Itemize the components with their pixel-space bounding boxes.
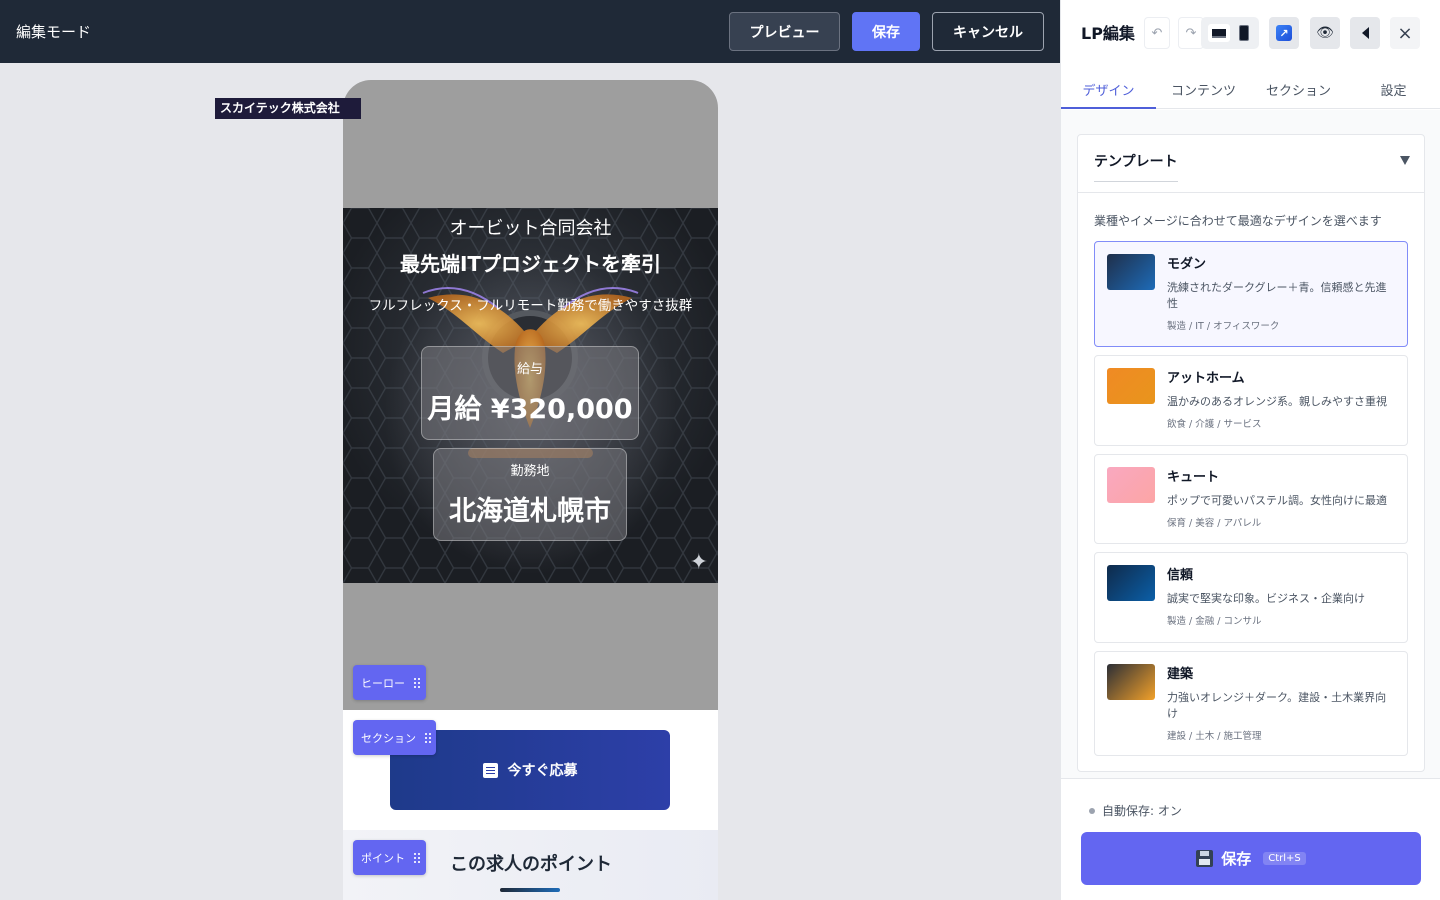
close-icon[interactable]: ×: [1390, 17, 1420, 49]
chevron-down-icon[interactable]: [1400, 156, 1410, 165]
apply-now-label: 今すぐ応募: [507, 763, 578, 779]
location-label: 勤務地: [510, 464, 550, 479]
template-tags: 飲食 / 介護 / サービス: [1167, 419, 1262, 430]
device-toggle: [1201, 17, 1259, 49]
template-swatch: [1107, 368, 1155, 404]
save-button[interactable]: 保存: [852, 12, 920, 51]
template-tags: 製造 / IT / オフィスワーク: [1167, 321, 1280, 332]
save-shortcut-badge: Ctrl+S: [1263, 852, 1306, 865]
tab-design[interactable]: デザイン: [1061, 68, 1156, 109]
drag-handle-icon[interactable]: [413, 851, 421, 864]
salary-label: 給与: [516, 362, 543, 377]
autosave-label: 自動保存: オン: [1102, 804, 1182, 818]
template-swatch: [1107, 254, 1155, 290]
template-swatch: [1107, 467, 1155, 503]
template-name: 建築: [1167, 667, 1194, 682]
external-link-button[interactable]: ↗: [1269, 17, 1299, 49]
section-chip-label: ポイント: [361, 851, 405, 865]
editor-topbar: 編集モード プレビュー 保存 キャンセル: [0, 0, 1060, 63]
mobile-preview-frame: オービット合同会社 最先端ITプロジェクトを牽引 フルフレックス・フルリモート勤…: [343, 80, 718, 900]
template-name: モダン: [1167, 257, 1207, 272]
panel-tabs: デザイン コンテンツ セクション 設定: [1061, 68, 1440, 109]
template-text: 力強いオレンジ＋ダーク。建設・土木業界向け: [1167, 691, 1387, 720]
hero-company-name: オービット合同会社: [449, 218, 612, 239]
template-swatch: [1107, 664, 1155, 700]
panel-footer: 自動保存: オン 保存 Ctrl+S: [1061, 778, 1440, 900]
tab-content[interactable]: コンテンツ: [1156, 68, 1251, 108]
status-dot-icon: [1089, 807, 1095, 814]
hero-title: 最先端ITプロジェクトを牽引: [399, 252, 662, 276]
template-tags: 建設 / 土木 / 施工管理: [1167, 731, 1262, 742]
section-chip-point[interactable]: ポイント: [353, 840, 426, 875]
tab-settings[interactable]: 設定: [1346, 68, 1440, 108]
template-name: アットホーム: [1167, 371, 1245, 386]
panel-title: LP編集: [1081, 24, 1135, 43]
panel-save-label: 保存: [1221, 850, 1252, 868]
company-name-tag[interactable]: スカイテック株式会社: [215, 98, 361, 119]
template-text: 温かみのあるオレンジ系。親しみやすさ重視: [1167, 395, 1387, 408]
sparkle-icon: ✦: [689, 550, 708, 575]
external-link-icon: ↗: [1276, 25, 1292, 41]
mobile-icon[interactable]: [1239, 25, 1249, 41]
lp-editor-panel: LP編集 ↶ ↷ ↗ 👁 × デザイン コンテンツ セクション 設定 テンプレー…: [1060, 0, 1440, 900]
template-name: キュート: [1167, 470, 1220, 485]
collapse-left-icon[interactable]: [1350, 17, 1380, 49]
template-name: 信頼: [1167, 568, 1194, 583]
template-section-header[interactable]: テンプレート: [1078, 135, 1424, 193]
tab-section[interactable]: セクション: [1251, 68, 1346, 108]
template-item-build[interactable]: 建築 力強いオレンジ＋ダーク。建設・土木業界向け 建設 / 土木 / 施工管理: [1094, 651, 1408, 756]
location-value: 北海道札幌市: [449, 496, 611, 527]
preview-button[interactable]: プレビュー: [729, 12, 840, 51]
floppy-disk-icon: [1196, 850, 1214, 867]
template-description: 業種やイメージに合わせて最適なデザインを選べます: [1094, 214, 1382, 228]
template-text: ポップで可愛いパステル調。女性向けに最適: [1167, 494, 1387, 507]
section-chip-hero[interactable]: ヒーロー: [353, 665, 426, 700]
panel-scroll-area[interactable]: テンプレート 業種やイメージに合わせて最適なデザインを選べます モダン 洗練され…: [1061, 110, 1440, 778]
hero-section[interactable]: オービット合同会社 最先端ITプロジェクトを牽引 フルフレックス・フルリモート勤…: [343, 208, 718, 583]
template-item-modern[interactable]: モダン 洗練されたダークグレー＋青。信頼感と先進性 製造 / IT / オフィス…: [1094, 241, 1408, 347]
location-card: 勤務地 北海道札幌市: [433, 448, 627, 541]
template-tags: 保育 / 美容 / アパレル: [1167, 518, 1262, 529]
section-chip-section[interactable]: セクション: [353, 720, 436, 755]
drag-handle-icon[interactable]: [413, 676, 421, 689]
template-text: 洗練されたダークグレー＋青。信頼感と先進性: [1167, 281, 1387, 310]
salary-value: 月給 ¥320,000: [427, 394, 633, 425]
template-text: 誠実で堅実な印象。ビジネス・企業向け: [1167, 592, 1365, 605]
eye-icon[interactable]: 👁: [1310, 17, 1340, 49]
template-item-cute[interactable]: キュート ポップで可愛いパステル調。女性向けに最適 保育 / 美容 / アパレル: [1094, 454, 1408, 544]
panel-save-button[interactable]: 保存 Ctrl+S: [1081, 832, 1421, 885]
panel-header: LP編集 ↶ ↷ ↗ 👁 ×: [1061, 0, 1440, 68]
template-item-trust[interactable]: 信頼 誠実で堅実な印象。ビジネス・企業向け 製造 / 金融 / コンサル: [1094, 552, 1408, 643]
template-list: モダン 洗練されたダークグレー＋青。信頼感と先進性 製造 / IT / オフィス…: [1094, 241, 1408, 764]
template-item-athome[interactable]: アットホーム 温かみのあるオレンジ系。親しみやすさ重視 飲食 / 介護 / サー…: [1094, 355, 1408, 446]
section-chip-label: セクション: [361, 731, 416, 745]
template-section: テンプレート 業種やイメージに合わせて最適なデザインを選べます モダン 洗練され…: [1077, 134, 1425, 772]
salary-card: 給与 月給 ¥320,000: [421, 346, 639, 440]
cancel-button[interactable]: キャンセル: [932, 12, 1044, 51]
undo-icon[interactable]: ↶: [1144, 17, 1170, 49]
monitor-icon[interactable]: [1208, 24, 1230, 42]
template-heading: テンプレート: [1094, 151, 1178, 182]
template-swatch: [1107, 565, 1155, 601]
document-icon: [482, 762, 498, 778]
drag-handle-icon[interactable]: [424, 731, 432, 744]
autosave-status: 自動保存: オン: [1089, 802, 1182, 819]
points-title: この求人のポイント: [450, 854, 612, 875]
section-chip-label: ヒーロー: [361, 676, 405, 690]
template-tags: 製造 / 金融 / コンサル: [1167, 616, 1262, 627]
mode-label: 編集モード: [16, 23, 92, 41]
hero-subtitle: フルフレックス・フルリモート勤務で働きやすさ抜群: [368, 298, 693, 314]
points-title-underline: [500, 888, 560, 892]
